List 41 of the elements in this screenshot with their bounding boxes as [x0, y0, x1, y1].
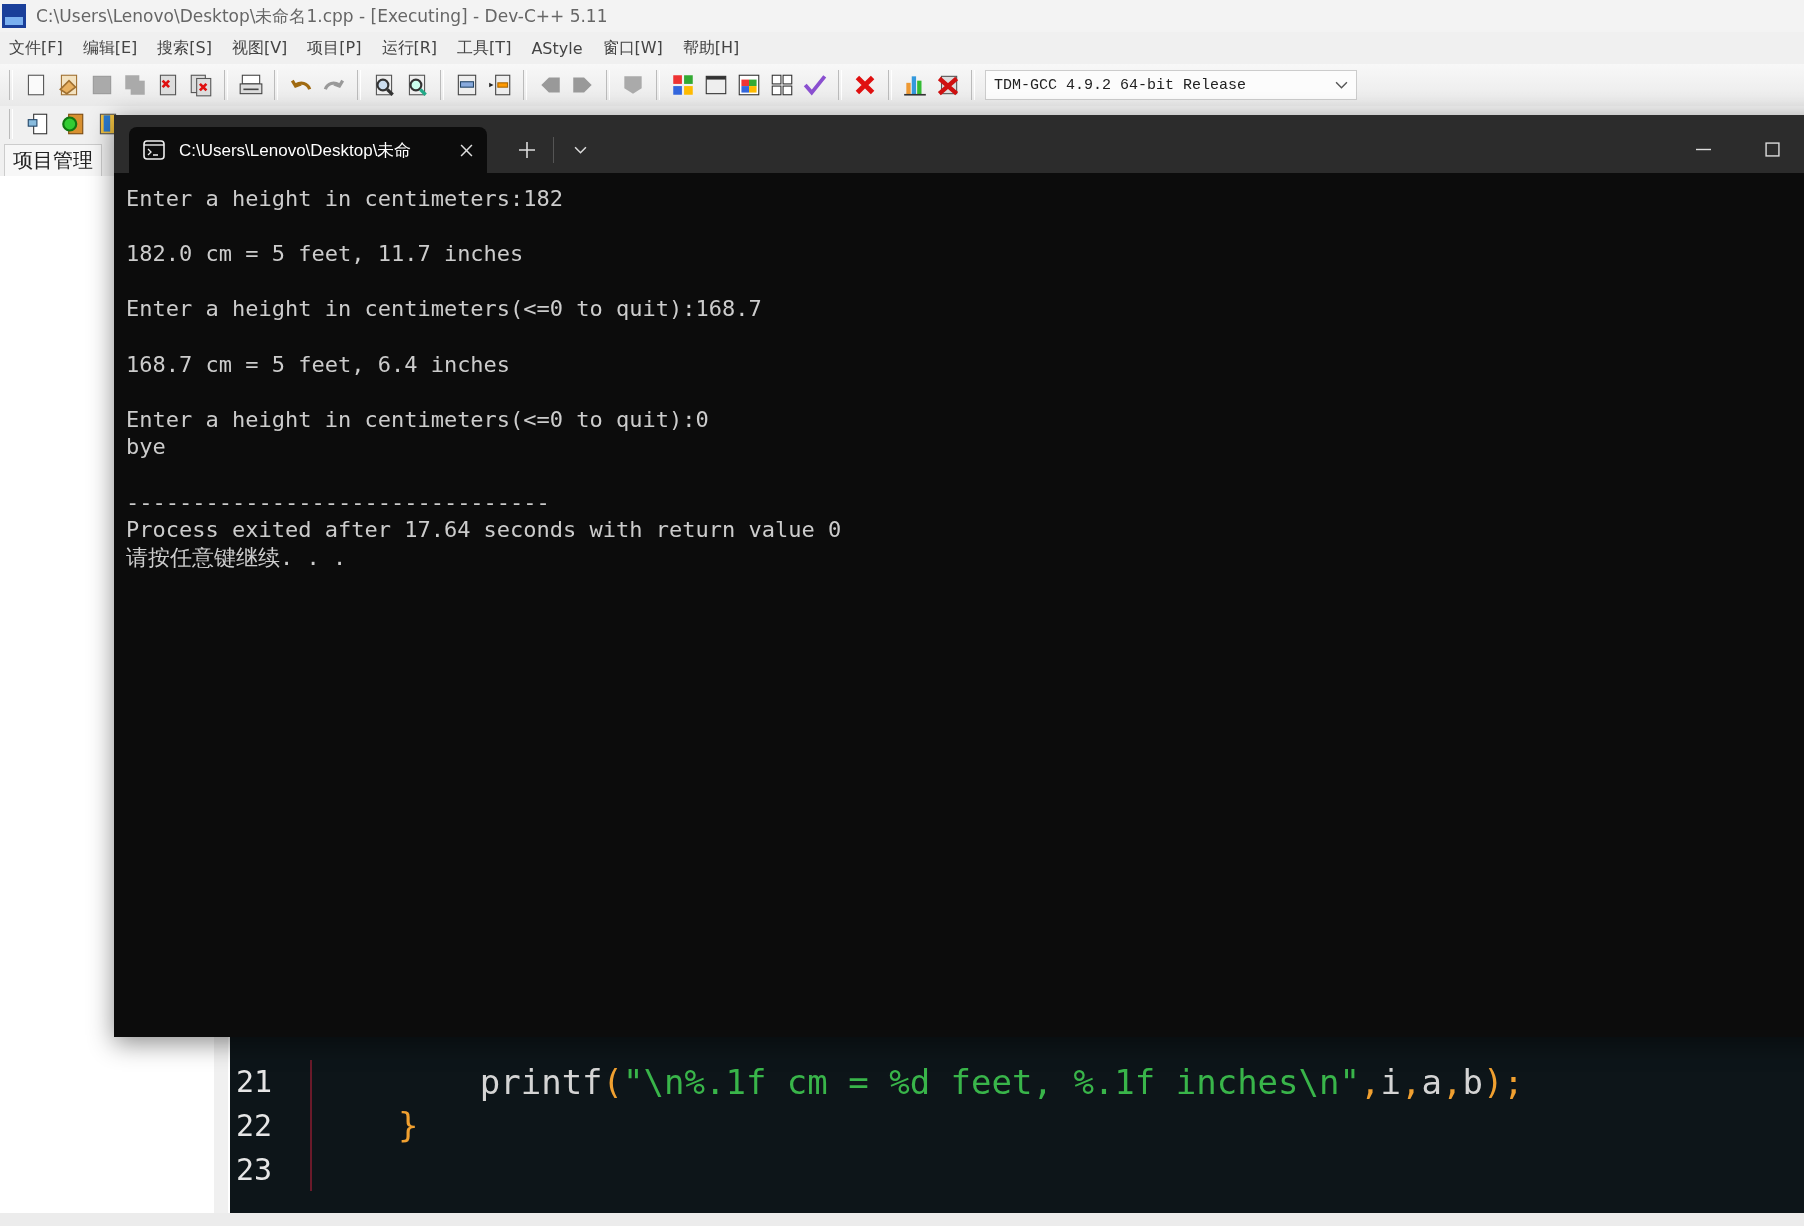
code-line: printf("\n%.1f cm = %d feet, %.1f inches\n",i,a,b);: [478, 1061, 1524, 1102]
menu-item[interactable]: 运行[R]: [381, 37, 438, 59]
close-all-icon[interactable]: [188, 72, 214, 98]
console-output-line: 请按任意键继续. . .: [126, 543, 348, 572]
menu-item[interactable]: AStyle: [531, 38, 583, 58]
console-output-line: Process exited after 17.64 seconds with return value 0: [126, 516, 843, 544]
grid-icon[interactable]: [769, 72, 795, 98]
code-line: }: [396, 1105, 419, 1146]
check-icon[interactable]: [802, 72, 828, 98]
window-title: C:\Users\Lenovo\Desktop\未命名1.cpp - [Executing] - Dev-C++ 5.11: [36, 4, 608, 28]
line-number: 22: [235, 1107, 274, 1143]
console-output-line: Enter a height in centimeters:182: [126, 185, 565, 213]
console-tab[interactable]: C:\Users\Lenovo\Desktop\未命: [129, 127, 487, 173]
panel-tab[interactable]: 项目管理: [4, 144, 102, 176]
terminal-icon: [143, 140, 165, 160]
new-tab-icon[interactable]: [519, 142, 535, 158]
maximize-icon[interactable]: [1765, 142, 1780, 157]
menu-item[interactable]: 视图[V]: [231, 37, 288, 59]
console-output-line: 182.0 cm = 5 feet, 11.7 inches: [126, 240, 525, 268]
app-logo-icon: [2, 4, 26, 28]
console-output-line: Enter a height in centimeters(<=0 to quit):168.7: [126, 295, 763, 323]
tiles-icon[interactable]: [670, 72, 696, 98]
unindent-icon[interactable]: [487, 72, 513, 98]
console-output-line: --------------------------------: [126, 488, 551, 517]
menu-item[interactable]: 工具[T]: [457, 37, 512, 59]
menu-item[interactable]: 窗口[W]: [602, 37, 663, 59]
menu-item[interactable]: 文件[F]: [9, 37, 63, 59]
colored-window-icon[interactable]: [736, 72, 762, 98]
close-tab-icon[interactable]: [460, 143, 473, 157]
line-number: 21: [235, 1064, 274, 1100]
menu-item[interactable]: 搜索[S]: [157, 37, 212, 59]
console-output-line: bye: [126, 433, 167, 461]
compiler-select[interactable]: TDM-GCC 4.9.2 64-bit Release: [985, 70, 1357, 100]
menu-item[interactable]: 项目[P]: [307, 37, 362, 59]
tab-title: C:\Users\Lenovo\Desktop\未命: [179, 139, 413, 162]
menu-item[interactable]: 帮助[H]: [682, 37, 740, 59]
console-output-line: Enter a height in centimeters(<=0 to quit):0: [126, 405, 710, 434]
menu-item[interactable]: 编辑[E]: [82, 37, 138, 59]
line-number: 23: [235, 1151, 274, 1187]
console-output-line: 168.7 cm = 5 feet, 6.4 inches: [126, 350, 512, 379]
add-file-icon[interactable]: [60, 111, 86, 137]
